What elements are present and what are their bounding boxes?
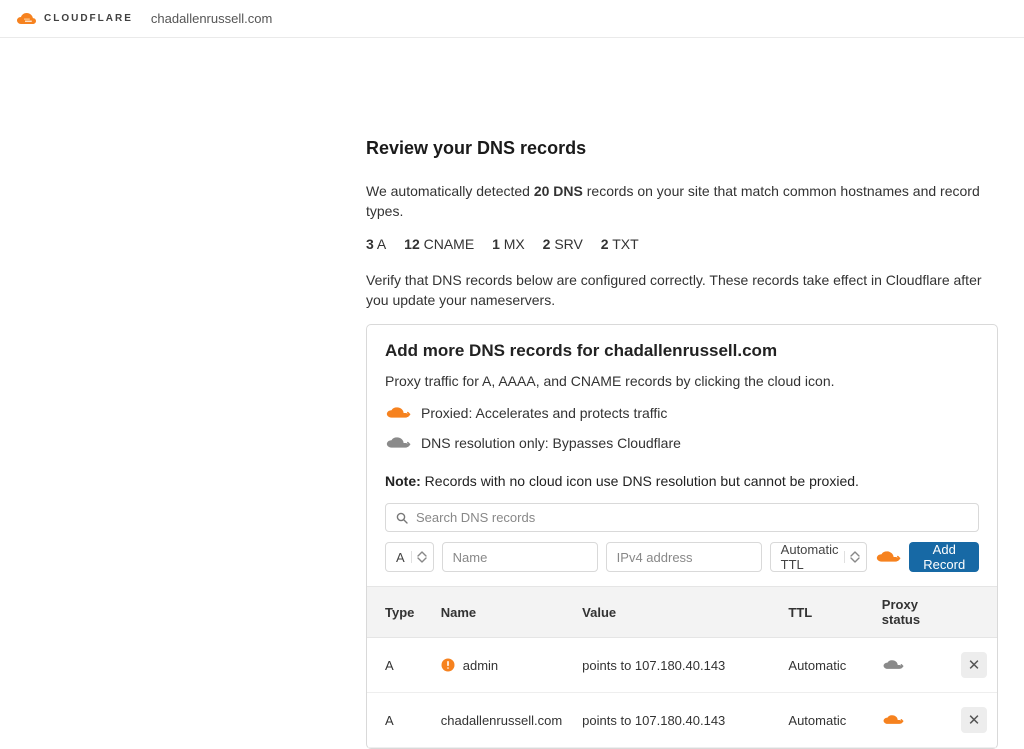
count-srv-n: 2	[543, 236, 551, 252]
legend-dnsonly-label: DNS resolution only: Bypasses Cloudflare	[421, 435, 681, 451]
count-cname-t: CNAME	[424, 236, 475, 252]
add-value-input[interactable]	[606, 542, 762, 572]
cell-value: points to 107.180.40.143	[572, 693, 778, 748]
close-icon: ✕	[968, 658, 981, 673]
add-type-value: A	[396, 550, 405, 565]
count-txt-t: TXT	[612, 236, 638, 252]
add-type-select[interactable]: A	[385, 542, 434, 572]
add-record-row: A Automatic TTL	[385, 542, 979, 572]
cell-ttl: Automatic	[778, 693, 871, 748]
th-actions	[951, 587, 997, 638]
record-type-counts: 3 A 12 CNAME 1 MX 2 SRV 2 TXT	[366, 236, 998, 252]
table-header-row: Type Name Value TTL Proxy status	[367, 587, 997, 638]
cell-name-text: chadallenrussell.com	[441, 713, 562, 728]
cell-actions: ✕	[951, 638, 997, 693]
count-a-n: 3	[366, 236, 374, 252]
note-text: Note: Records with no cloud icon use DNS…	[385, 473, 979, 489]
cell-value: points to 107.180.40.143	[572, 638, 778, 693]
note-body: Records with no cloud icon use DNS resol…	[421, 473, 859, 489]
delete-record-button[interactable]: ✕	[961, 652, 987, 678]
main-column: Review your DNS records We automatically…	[366, 38, 998, 749]
cell-name-text: admin	[463, 658, 498, 673]
search-input[interactable]	[408, 509, 968, 526]
delete-record-button[interactable]: ✕	[961, 707, 987, 733]
add-name-input[interactable]	[442, 542, 598, 572]
add-ttl-select[interactable]: Automatic TTL	[770, 542, 868, 572]
legend-dnsonly: DNS resolution only: Bypasses Cloudflare	[385, 435, 979, 451]
count-a-t: A	[377, 236, 386, 252]
legend-proxied-label: Proxied: Accelerates and protects traffi…	[421, 405, 667, 421]
cell-name: admin	[431, 638, 572, 693]
alert-icon	[441, 658, 455, 672]
th-ttl: TTL	[778, 587, 871, 638]
intro-text: We automatically detected 20 DNS records…	[366, 181, 998, 222]
intro-before: We automatically detected	[366, 183, 534, 199]
top-bar: CLOUDFLARE chadallenrussell.com	[0, 0, 1024, 38]
count-mx-t: MX	[504, 236, 525, 252]
add-record-button[interactable]: Add Record	[909, 542, 979, 572]
cloudflare-icon	[16, 12, 38, 26]
add-ttl-value: Automatic TTL	[781, 542, 839, 572]
cell-type: A	[367, 693, 431, 748]
close-icon: ✕	[968, 713, 981, 728]
intro-count: 20 DNS	[534, 183, 583, 199]
records-table: Type Name Value TTL Proxy status Aadmin p…	[367, 586, 997, 748]
add-proxy-toggle[interactable]	[875, 549, 901, 565]
count-txt-n: 2	[601, 236, 609, 252]
brand-name: CLOUDFLARE	[44, 13, 133, 24]
cloud-orange-icon	[385, 405, 411, 421]
chevron-down-icon	[417, 557, 427, 563]
cell-proxy[interactable]	[872, 638, 951, 693]
verify-text: Verify that DNS records below are config…	[366, 270, 998, 311]
count-srv-t: SRV	[554, 236, 583, 252]
chevron-down-icon	[850, 557, 860, 563]
count-cname-n: 12	[404, 236, 420, 252]
brand-logo[interactable]: CLOUDFLARE	[16, 12, 133, 26]
dns-card: Add more DNS records for chadallenrussel…	[366, 324, 998, 749]
cell-ttl: Automatic	[778, 638, 871, 693]
cloud-orange-icon	[882, 713, 904, 727]
card-desc: Proxy traffic for A, AAAA, and CNAME rec…	[385, 371, 979, 391]
legend-proxied: Proxied: Accelerates and protects traffi…	[385, 405, 979, 421]
table-row[interactable]: Achadallenrussell.com points to 107.180.4…	[367, 693, 997, 748]
note-label: Note:	[385, 473, 421, 489]
search-wrap[interactable]	[385, 503, 979, 532]
th-type: Type	[367, 587, 431, 638]
cloud-orange-icon	[875, 549, 901, 565]
th-name: Name	[431, 587, 572, 638]
card-title: Add more DNS records for chadallenrussel…	[385, 341, 979, 361]
th-proxy: Proxy status	[872, 587, 951, 638]
count-mx-n: 1	[492, 236, 500, 252]
cell-name: chadallenrussell.com	[431, 693, 572, 748]
table-row[interactable]: Aadmin points to 107.180.40.143Automatic ✕	[367, 638, 997, 693]
cell-type: A	[367, 638, 431, 693]
cell-actions: ✕	[951, 693, 997, 748]
cloud-gray-icon	[882, 658, 904, 672]
search-icon	[396, 512, 408, 524]
page-title: Review your DNS records	[366, 138, 998, 159]
cell-proxy[interactable]	[872, 693, 951, 748]
th-value: Value	[572, 587, 778, 638]
cloud-gray-icon	[385, 435, 411, 451]
current-domain[interactable]: chadallenrussell.com	[151, 11, 272, 26]
